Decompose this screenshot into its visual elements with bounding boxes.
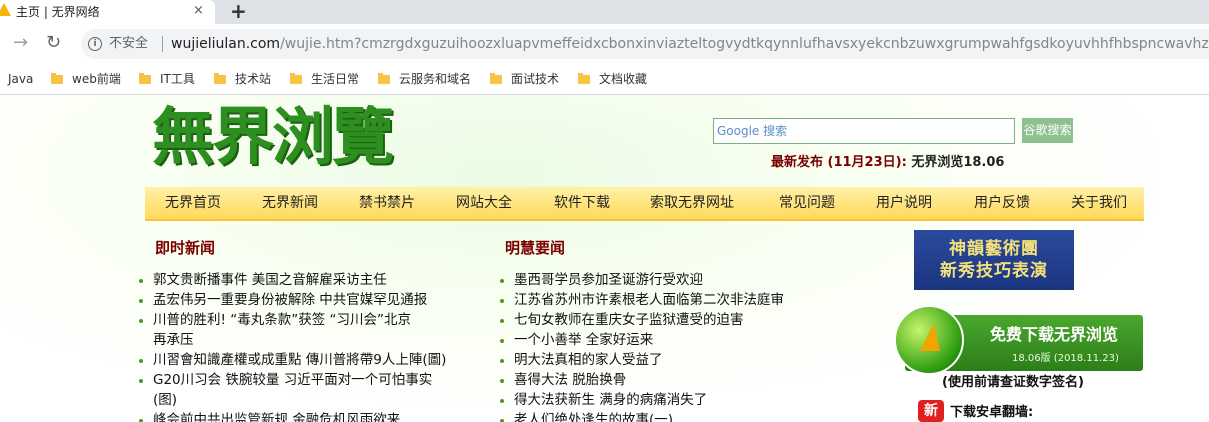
bookmark-web[interactable]: web前端 [51,71,121,87]
list-item[interactable]: 得大法获新生 满身的病痛消失了 [500,390,810,410]
bookmark-label: 云服务和域名 [399,72,472,86]
minghui-news-list: 墨西哥学员参加圣诞游行受欢迎 江苏省苏州市许素根老人面临第二次非法庭审 七旬女教… [500,270,810,422]
instant-news-list: 郭文贵断播事件 美国之音解雇采访主任 孟宏伟另一重要身份被解除 中共官媒罕见通报… [139,270,479,422]
list-item[interactable]: 江苏省苏州市许素根老人面临第二次非法庭审 [500,290,810,310]
menu-guide[interactable]: 用户说明 [876,194,932,212]
tab-strip: 主页 | 无界网络 × + [0,0,1209,24]
page-content: 無界浏覽 Google 搜索 谷歌搜索 最新发布 (11月23日): 无界浏览1… [0,95,1209,422]
bookmark-label: 生活日常 [311,72,360,86]
bookmark-java[interactable]: Java [8,71,33,87]
bookmark-label: 面试技术 [511,72,560,86]
browser-toolbar: → ↻ i 不安全 wujieliulan.com/wujie.htm?cmzr… [0,24,1209,64]
bookmark-label: IT工具 [160,72,195,86]
menu-feedback[interactable]: 用户反馈 [974,194,1030,212]
search-placeholder: Google 搜索 [717,124,788,138]
banner-line-2: 新秀技巧表演 [940,261,1048,281]
url-host: wujieliulan.com [171,36,281,52]
new-badge-icon: 新 [918,400,944,422]
android-download-link[interactable]: 下载安卓翻墙: [950,405,1033,421]
list-item[interactable]: 七旬女教师在重庆女子监狱遭受的迫害 [500,310,810,330]
list-item[interactable]: (图) [139,390,479,410]
new-tab-button[interactable]: + [230,1,247,21]
folder-icon [214,73,226,84]
bookmark-label: 技术站 [235,72,272,86]
bookmark-label: 文档收藏 [599,72,648,86]
menu-about[interactable]: 关于我们 [1071,194,1127,212]
list-item[interactable]: 川習會知識產權或成重點 傳川普將帶9人上陣(圖) [139,350,479,370]
instant-news-title[interactable]: 即时新闻 [155,239,215,257]
menu-request-url[interactable]: 索取无界网址 [650,194,734,212]
list-item[interactable]: 再承压 [139,330,479,350]
tab-title: 主页 | 无界网络 [16,5,100,19]
folder-icon [378,73,390,84]
folder-icon [578,73,590,84]
download-label[interactable]: 免费下载无界浏览 [990,325,1118,345]
menu-download[interactable]: 软件下载 [554,194,610,212]
release-label: 最新发布 (11月23日): [771,155,907,170]
list-item[interactable]: 孟宏伟另一重要身份被解除 中共官媒罕见通报 [139,290,479,310]
url-text[interactable]: wujieliulan.com/wujie.htm?cmzrgdxguzuiho… [171,36,1209,52]
bookmark-techsites[interactable]: 技术站 [214,71,271,87]
forward-icon[interactable]: → [13,33,28,53]
address-bar[interactable]: i 不安全 wujieliulan.com/wujie.htm?cmzrgdxg… [81,29,1209,59]
active-tab[interactable]: 主页 | 无界网络 × [0,0,215,24]
list-item[interactable]: 一个小善举 全家好运来 [500,330,810,350]
menu-sites[interactable]: 网站大全 [456,194,512,212]
bookmark-docs[interactable]: 文档收藏 [578,71,647,87]
bookmark-daily[interactable]: 生活日常 [290,71,359,87]
list-item[interactable]: 川普的胜利! “毒丸条款”获签 “习川会”北京 [139,310,479,330]
main-menu: 无界首页 无界新闻 禁书禁片 网站大全 软件下载 索取无界网址 常见问题 用户说… [145,187,1144,221]
shenyun-banner[interactable]: 神韻藝術團 新秀技巧表演 [914,230,1074,290]
google-search-button[interactable]: 谷歌搜索 [1022,118,1073,143]
info-icon[interactable]: i [88,37,102,51]
menu-home[interactable]: 无界首页 [165,194,221,212]
list-item[interactable]: 喜得大法 脱胎换骨 [500,370,810,390]
tab-close-icon[interactable]: × [193,4,204,18]
menu-news[interactable]: 无界新闻 [262,194,318,212]
bookmark-label: web前端 [72,72,121,86]
bookmarks-bar: Java web前端 IT工具 技术站 生活日常 云服务和域名 面试技术 文档收… [0,64,1209,95]
address-divider [162,36,163,52]
menu-faq[interactable]: 常见问题 [779,194,835,212]
bookmark-ittools[interactable]: IT工具 [139,71,195,87]
warning-icon [0,3,11,16]
site-logo[interactable]: 無界浏覽 [152,101,394,173]
banner-line-1: 神韻藝術團 [949,239,1039,259]
reload-icon[interactable]: ↻ [46,33,61,53]
list-item[interactable]: G20川习会 铁腕较量 习近平面对一个可怕事实 [139,370,479,390]
sailboat-logo-icon[interactable] [894,305,964,375]
folder-icon [290,73,302,84]
minghui-news-title[interactable]: 明慧要闻 [505,239,565,257]
release-version: 无界浏览18.06 [911,155,1005,170]
folder-icon [51,73,63,84]
list-item[interactable]: 明大法真相的家人受益了 [500,350,810,370]
folder-icon [139,73,151,84]
bookmark-cloud[interactable]: 云服务和域名 [378,71,471,87]
list-item[interactable]: 峰会前中共出监管新规 金融危机风雨欲来 [139,410,479,422]
google-search-input[interactable]: Google 搜索 [713,118,1015,144]
folder-icon [490,73,502,84]
list-item[interactable]: 墨西哥学员参加圣诞游行受欢迎 [500,270,810,290]
signature-note[interactable]: (使用前请查证数字签名) [942,375,1084,391]
url-path: /wujie.htm?cmzrgdxguzuihoozxluapvmeffeid… [280,36,1209,52]
list-item[interactable]: 郭文贵断播事件 美国之音解雇采访主任 [139,270,479,290]
security-status: 不安全 [109,36,149,51]
latest-release[interactable]: 最新发布 (11月23日): 无界浏览18.06 [771,154,1004,172]
menu-banned[interactable]: 禁书禁片 [359,194,415,212]
download-version: 18.06版 (2018.11.23) [1012,353,1119,364]
list-item[interactable]: 老人们绝处逢生的故事(一) [500,410,810,422]
bookmark-interview[interactable]: 面试技术 [490,71,559,87]
